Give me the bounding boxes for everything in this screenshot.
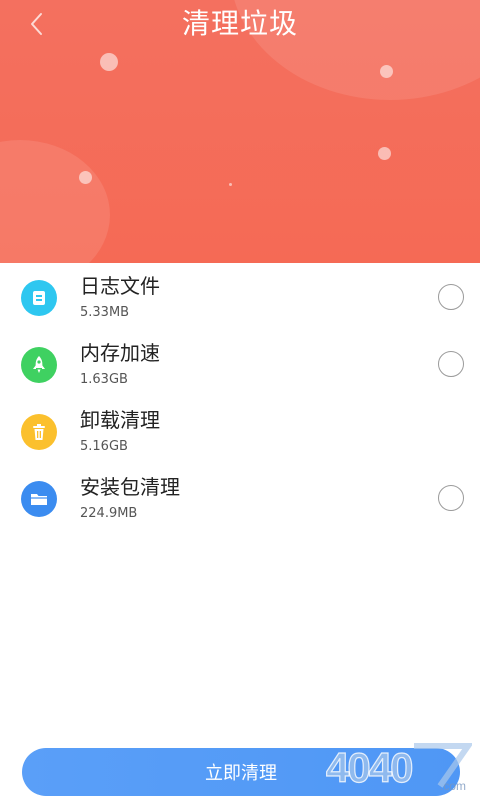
list-item-log-files[interactable]: 日志文件 5.33MB — [0, 263, 480, 330]
item-size: 5.33MB — [80, 305, 130, 320]
item-name: 内存加速 — [80, 341, 160, 365]
watermark-suffix: .com — [440, 779, 466, 793]
select-radio[interactable] — [438, 284, 464, 310]
select-radio[interactable] — [438, 351, 464, 377]
icon-badge — [21, 347, 57, 383]
item-size: 5.16GB — [80, 439, 128, 454]
icon-badge — [21, 481, 57, 517]
list-item-memory-boost[interactable]: 内存加速 1.63GB — [0, 330, 480, 397]
icon-badge — [21, 414, 57, 450]
item-name: 安装包清理 — [80, 475, 180, 499]
select-radio[interactable] — [438, 485, 464, 511]
trash-icon — [33, 424, 45, 440]
decor-bubble-bottom-left — [0, 140, 110, 263]
document-icon — [33, 291, 45, 305]
rocket-icon — [33, 356, 45, 373]
decor-dot — [79, 171, 92, 184]
item-name: 卸载清理 — [80, 408, 160, 432]
header: 清理垃圾 — [0, 0, 480, 263]
page-title: 清理垃圾 — [181, 7, 298, 40]
list-item-installer-cleanup[interactable]: 安装包清理 224.9MB — [0, 464, 480, 531]
junk-list: 日志文件 5.33MB 内存加速 1.63GB 卸载清理 5.16GB 安装包清… — [0, 263, 480, 531]
icon-badge — [21, 280, 57, 316]
item-size: 224.9MB — [80, 506, 138, 521]
decor-dot — [378, 147, 391, 160]
watermark-text: 4040 — [326, 744, 412, 791]
folder-icon — [31, 494, 47, 505]
list-item-uninstall-cleanup[interactable]: 卸载清理 5.16GB — [0, 397, 480, 464]
decor-dot — [100, 53, 118, 71]
item-size: 1.63GB — [80, 372, 128, 387]
decor-dot — [229, 183, 232, 186]
decor-dot — [380, 65, 393, 78]
item-name: 日志文件 — [80, 274, 160, 298]
watermark-logo: 4040 .com — [325, 743, 472, 793]
